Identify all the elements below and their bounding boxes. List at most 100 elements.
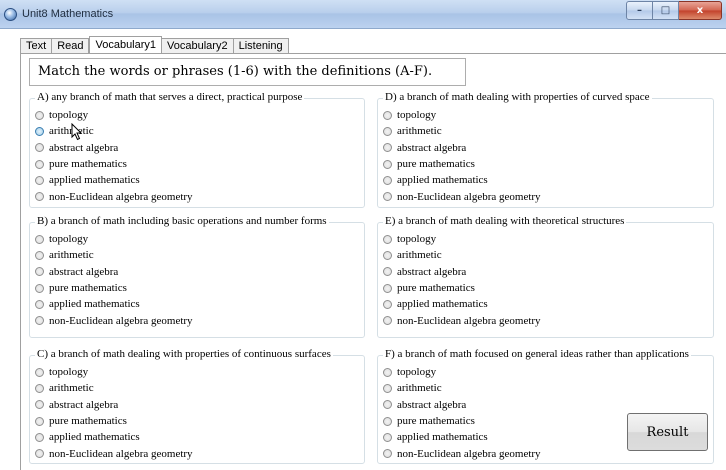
radio-option-topology[interactable]: topology	[383, 107, 541, 123]
question-group-b: B) a branch of math including basic oper…	[29, 215, 365, 338]
option-label: abstract algebra	[49, 398, 119, 411]
radio-button-icon[interactable]	[35, 316, 44, 326]
radio-option-abstract-algebra[interactable]: abstract algebra	[35, 140, 193, 156]
radio-option-pure-mathematics[interactable]: pure mathematics	[35, 156, 193, 172]
radio-button-icon[interactable]	[35, 416, 44, 426]
option-label: applied mathematics	[49, 431, 140, 444]
radio-option-abstract-algebra[interactable]: abstract algebra	[35, 264, 193, 280]
maximize-button[interactable]: □	[653, 1, 679, 20]
tab-vocabulary1[interactable]: Vocabulary1	[89, 36, 163, 54]
radio-button-icon[interactable]	[383, 316, 392, 326]
radio-option-non-euclidean-algebra-geometry[interactable]: non-Euclidean algebra geometry	[383, 188, 541, 204]
radio-button-icon[interactable]	[383, 400, 392, 410]
radio-option-topology[interactable]: topology	[383, 231, 541, 247]
close-button[interactable]: x	[679, 1, 722, 20]
radio-button-icon[interactable]	[35, 143, 44, 153]
option-list: topology arithmetic abstract algebra pure m…	[383, 364, 541, 462]
radio-option-abstract-algebra[interactable]: abstract algebra	[383, 397, 541, 413]
radio-option-pure-mathematics[interactable]: pure mathematics	[383, 413, 541, 429]
radio-option-applied-mathematics[interactable]: applied mathematics	[383, 296, 541, 312]
radio-button-icon[interactable]	[383, 416, 392, 426]
radio-button-icon[interactable]	[383, 250, 392, 260]
radio-option-non-euclidean-algebra-geometry[interactable]: non-Euclidean algebra geometry	[383, 312, 541, 328]
tab-text[interactable]: Text	[20, 38, 53, 54]
radio-button-icon[interactable]	[383, 175, 392, 185]
radio-option-non-euclidean-algebra-geometry[interactable]: non-Euclidean algebra geometry	[35, 188, 193, 204]
tab-listening[interactable]: Listening	[233, 38, 289, 54]
radio-option-abstract-algebra[interactable]: abstract algebra	[35, 397, 193, 413]
option-label: arithmetic	[397, 382, 442, 395]
option-label: non-Euclidean algebra geometry	[49, 314, 193, 327]
radio-option-topology[interactable]: topology	[35, 364, 193, 380]
radio-button-icon[interactable]	[35, 367, 44, 377]
radio-button-icon[interactable]	[35, 383, 44, 393]
radio-button-icon[interactable]	[383, 126, 392, 136]
radio-option-applied-mathematics[interactable]: applied mathematics	[35, 172, 193, 188]
tab-read[interactable]: Read	[52, 38, 90, 54]
option-label: topology	[49, 233, 89, 246]
option-list: topology arithmetic abstract algebra pure m…	[35, 364, 193, 462]
radio-button-icon[interactable]	[35, 234, 44, 244]
tab-vocabulary2[interactable]: Vocabulary2	[162, 38, 234, 54]
radio-button-icon[interactable]	[35, 299, 44, 309]
option-label: non-Euclidean algebra geometry	[49, 190, 193, 203]
radio-button-icon[interactable]	[383, 449, 392, 459]
radio-button-icon[interactable]	[383, 283, 392, 293]
radio-option-arithmetic[interactable]: arithmetic	[35, 247, 193, 263]
radio-button-icon[interactable]	[383, 432, 392, 442]
radio-option-abstract-algebra[interactable]: abstract algebra	[383, 264, 541, 280]
minimize-button[interactable]: –	[626, 1, 653, 20]
radio-option-pure-mathematics[interactable]: pure mathematics	[383, 280, 541, 296]
radio-option-topology[interactable]: topology	[35, 107, 193, 123]
radio-button-icon[interactable]	[35, 175, 44, 185]
option-label: topology	[397, 233, 437, 246]
radio-option-pure-mathematics[interactable]: pure mathematics	[35, 280, 193, 296]
radio-option-applied-mathematics[interactable]: applied mathematics	[383, 429, 541, 445]
radio-option-arithmetic[interactable]: arithmetic	[35, 380, 193, 396]
radio-button-icon[interactable]	[35, 400, 44, 410]
radio-button-icon[interactable]	[383, 234, 392, 244]
radio-option-arithmetic[interactable]: arithmetic	[383, 247, 541, 263]
radio-button-icon[interactable]	[383, 299, 392, 309]
radio-button-icon[interactable]	[35, 432, 44, 442]
question-group-d: D) a branch of math dealing with propert…	[377, 91, 714, 208]
question-title: B) a branch of math including basic oper…	[35, 215, 329, 227]
radio-option-non-euclidean-algebra-geometry[interactable]: non-Euclidean algebra geometry	[35, 445, 193, 461]
radio-button-icon[interactable]	[35, 449, 44, 459]
option-label: pure mathematics	[397, 415, 475, 428]
radio-button-icon[interactable]	[383, 192, 392, 202]
radio-option-applied-mathematics[interactable]: applied mathematics	[35, 296, 193, 312]
radio-button-icon[interactable]	[35, 283, 44, 293]
radio-option-applied-mathematics[interactable]: applied mathematics	[35, 429, 193, 445]
radio-option-arithmetic[interactable]: arithmetic	[35, 123, 193, 139]
radio-button-icon[interactable]	[35, 110, 44, 120]
radio-option-pure-mathematics[interactable]: pure mathematics	[383, 156, 541, 172]
radio-option-non-euclidean-algebra-geometry[interactable]: non-Euclidean algebra geometry	[35, 312, 193, 328]
radio-option-topology[interactable]: topology	[35, 231, 193, 247]
radio-button-icon[interactable]	[35, 126, 44, 136]
radio-button-icon[interactable]	[383, 383, 392, 393]
radio-button-icon[interactable]	[383, 267, 392, 277]
radio-option-applied-mathematics[interactable]: applied mathematics	[383, 172, 541, 188]
radio-option-non-euclidean-algebra-geometry[interactable]: non-Euclidean algebra geometry	[383, 445, 541, 461]
radio-option-arithmetic[interactable]: arithmetic	[383, 380, 541, 396]
radio-button-icon[interactable]	[383, 159, 392, 169]
radio-option-topology[interactable]: topology	[383, 364, 541, 380]
radio-button-icon[interactable]	[35, 159, 44, 169]
radio-button-icon[interactable]	[383, 367, 392, 377]
radio-button-icon[interactable]	[35, 192, 44, 202]
option-label: applied mathematics	[397, 298, 488, 311]
radio-button-icon[interactable]	[383, 143, 392, 153]
radio-option-abstract-algebra[interactable]: abstract algebra	[383, 140, 541, 156]
radio-button-icon[interactable]	[383, 110, 392, 120]
radio-button-icon[interactable]	[35, 250, 44, 260]
result-button[interactable]: Result	[627, 413, 708, 451]
option-label: arithmetic	[397, 125, 442, 138]
maximize-icon: □	[660, 5, 671, 16]
option-label: abstract algebra	[397, 141, 467, 154]
mouse-cursor-icon	[71, 123, 83, 141]
radio-option-arithmetic[interactable]: arithmetic	[383, 123, 541, 139]
radio-option-pure-mathematics[interactable]: pure mathematics	[35, 413, 193, 429]
option-label: abstract algebra	[49, 141, 119, 154]
radio-button-icon[interactable]	[35, 267, 44, 277]
